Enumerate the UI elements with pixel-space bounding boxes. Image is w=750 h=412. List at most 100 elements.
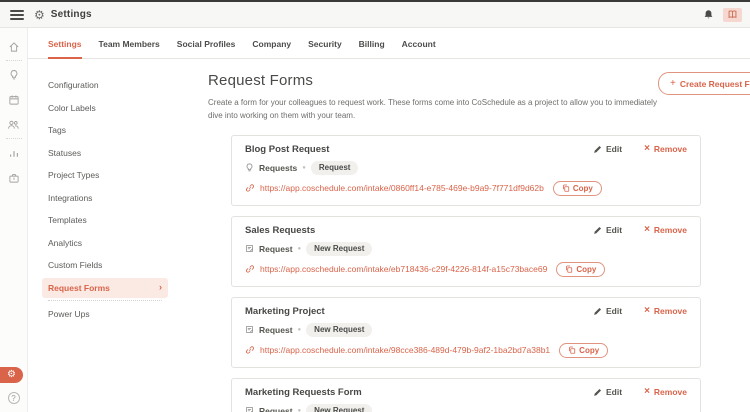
remove-button[interactable]: × Remove — [644, 305, 687, 317]
help-docs-book-icon[interactable] — [723, 7, 742, 22]
lightbulb-icon — [245, 163, 254, 172]
request-form-card: Blog Post Request Edit × Remove Requests… — [231, 134, 701, 206]
clipboard-icon — [566, 265, 573, 273]
tab-company[interactable]: Company — [252, 39, 291, 58]
clipboard-icon — [569, 346, 576, 354]
settings-sidenav: Configuration Color Labels Tags Statuses… — [42, 72, 168, 412]
tab-account[interactable]: Account — [402, 39, 436, 58]
tab-security[interactable]: Security — [308, 39, 342, 58]
edit-label: Edit — [606, 387, 623, 398]
hamburger-menu-icon[interactable] — [10, 9, 24, 20]
project-type-badge: New Request — [306, 322, 373, 337]
sidenav-item-templates[interactable]: Templates — [42, 210, 168, 230]
x-icon: × — [644, 305, 650, 317]
analytics-chart-icon[interactable] — [1, 140, 27, 165]
tab-social-profiles[interactable]: Social Profiles — [177, 39, 236, 58]
form-calendar-label: Request — [259, 324, 293, 335]
rail-divider — [5, 138, 22, 139]
form-calendar-label: Request — [259, 405, 293, 412]
main-area: Settings Team Members Social Profiles Co… — [28, 28, 750, 412]
remove-button[interactable]: × Remove — [644, 387, 687, 398]
sidenav-item-analytics[interactable]: Analytics — [42, 233, 168, 253]
remove-button[interactable]: × Remove — [644, 143, 687, 155]
x-icon: × — [644, 143, 650, 155]
edit-button[interactable]: Edit — [593, 225, 622, 235]
plus-icon: + — [670, 78, 676, 89]
pencil-icon — [594, 388, 602, 396]
pencil-icon — [594, 145, 602, 153]
sidenav-item-label: Templates — [48, 215, 87, 225]
sidenav-item-label: Configuration — [48, 80, 99, 90]
project-type-badge: Request — [310, 160, 359, 175]
tab-team-members[interactable]: Team Members — [99, 39, 160, 58]
link-icon — [245, 183, 255, 193]
team-members-icon[interactable] — [1, 112, 27, 137]
request-form-card: Marketing Project Edit × Remove Request … — [231, 296, 701, 368]
tab-settings[interactable]: Settings — [48, 39, 82, 59]
remove-label: Remove — [653, 387, 687, 398]
page-description: Create a form for your colleagues to req… — [208, 98, 657, 120]
project-type-badge: New Request — [306, 403, 373, 412]
edit-button[interactable]: Edit — [593, 306, 622, 316]
left-icon-rail: ⚙ ? — [0, 28, 28, 412]
intake-url-link[interactable]: https://app.coschedule.com/intake/98cce3… — [260, 345, 550, 355]
form-clipboard-icon — [245, 244, 254, 253]
edit-button[interactable]: Edit — [593, 144, 622, 154]
chevron-right-icon: › — [159, 282, 162, 292]
help-question-icon[interactable]: ? — [7, 392, 20, 404]
calendar-icon[interactable] — [1, 87, 27, 112]
sidenav-item-configuration[interactable]: Configuration — [42, 75, 168, 95]
sidenav-item-label: Power Ups — [48, 309, 90, 319]
intake-url-link[interactable]: https://app.coschedule.com/intake/eb7184… — [260, 264, 547, 274]
settings-active-gear-button[interactable]: ⚙ — [0, 367, 23, 383]
pencil-icon — [594, 226, 602, 234]
sidenav-item-label: Integrations — [48, 192, 93, 203]
home-icon[interactable] — [1, 34, 27, 59]
settings-gear-icon: ⚙ — [34, 7, 45, 22]
page-header-title: Settings — [50, 9, 92, 20]
sidenav-item-label: Analytics — [48, 237, 83, 248]
page-title: Request Forms — [208, 72, 314, 89]
pencil-icon — [594, 307, 602, 315]
sidenav-item-request-forms[interactable]: Request Forms › — [42, 277, 168, 298]
request-form-card: Marketing Requests Form Edit × Remove Re… — [231, 377, 701, 412]
sidenav-item-color-labels[interactable]: Color Labels — [42, 98, 168, 118]
request-form-card: Sales Requests Edit × Remove Request ● N… — [231, 215, 701, 287]
sidenav-item-project-types[interactable]: Project Types — [42, 165, 168, 185]
request-forms-list: Blog Post Request Edit × Remove Requests… — [208, 134, 724, 412]
sidenav-item-tags[interactable]: Tags — [42, 120, 168, 140]
sidenav-item-power-ups[interactable]: Power Ups — [42, 304, 168, 324]
form-name: Marketing Requests Form — [245, 386, 362, 398]
form-calendar-label: Request — [259, 243, 293, 254]
copy-url-button[interactable]: Copy — [552, 180, 602, 196]
rail-divider — [5, 60, 22, 61]
edit-button[interactable]: Edit — [593, 387, 622, 397]
create-request-form-button[interactable]: + Create Request Form — [658, 72, 750, 95]
form-name: Blog Post Request — [245, 143, 330, 155]
sidenav-item-statuses[interactable]: Statuses — [42, 143, 168, 163]
link-icon — [245, 345, 255, 355]
sidenav-item-label: Request Forms — [48, 282, 110, 293]
clipboard-icon — [562, 184, 570, 192]
form-clipboard-icon — [245, 325, 254, 334]
copy-url-button[interactable]: Copy — [556, 261, 606, 277]
tab-billing[interactable]: Billing — [359, 39, 385, 58]
x-icon: × — [644, 224, 650, 236]
notifications-bell-icon[interactable] — [703, 9, 714, 20]
work-briefcase-icon[interactable] — [1, 165, 27, 190]
copy-url-button[interactable]: Copy — [559, 342, 609, 358]
intake-url-link[interactable]: https://app.coschedule.com/intake/0860ff… — [260, 183, 544, 193]
sidenav-item-integrations[interactable]: Integrations — [42, 188, 168, 208]
edit-label: Edit — [606, 225, 623, 236]
dot-separator: ● — [302, 164, 306, 171]
remove-label: Remove — [653, 144, 687, 155]
idea-lightbulb-icon[interactable] — [1, 62, 27, 87]
sidenav-item-label: Color Labels — [48, 102, 96, 113]
copy-label: Copy — [579, 345, 600, 355]
create-request-form-label: Create Request Form — [679, 78, 750, 89]
form-clipboard-icon — [245, 406, 254, 412]
copy-label: Copy — [576, 264, 597, 274]
sidenav-item-custom-fields[interactable]: Custom Fields — [42, 255, 168, 275]
remove-button[interactable]: × Remove — [644, 224, 687, 236]
sidenav-dotted-divider — [48, 300, 162, 301]
